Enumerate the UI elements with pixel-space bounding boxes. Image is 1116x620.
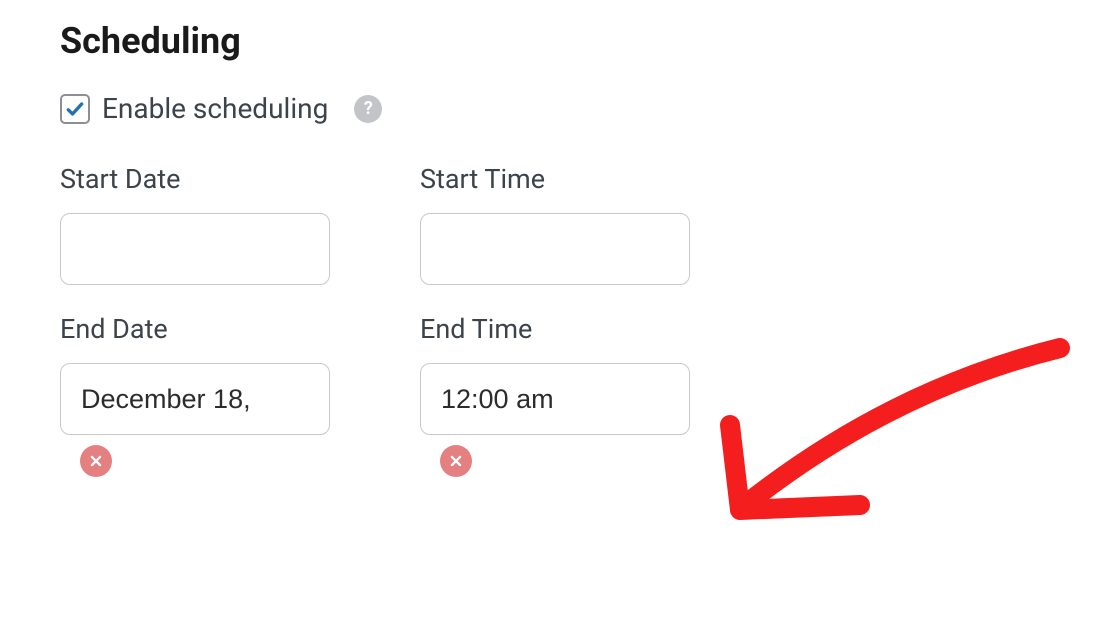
end-date-label: End Date [60, 313, 370, 345]
start-time-input[interactable] [420, 213, 690, 285]
close-icon [449, 454, 463, 468]
start-date-label: Start Date [60, 163, 370, 195]
clear-end-time-button[interactable] [440, 445, 472, 477]
close-icon [89, 454, 103, 468]
check-icon [65, 99, 85, 119]
start-time-label: Start Time [420, 163, 730, 195]
start-date-group: Start Date [60, 163, 370, 285]
scheduling-fields: Start Date Start Time End Date End Time [60, 163, 1056, 477]
clear-end-date-button[interactable] [80, 445, 112, 477]
end-date-input[interactable] [60, 363, 330, 435]
end-time-label: End Time [420, 313, 730, 345]
start-time-group: Start Time [420, 163, 730, 285]
enable-scheduling-row: Enable scheduling ? [60, 92, 1056, 125]
end-date-group: End Date [60, 313, 370, 477]
start-date-input[interactable] [60, 213, 330, 285]
enable-scheduling-checkbox[interactable] [60, 94, 90, 124]
end-time-group: End Time [420, 313, 730, 477]
section-title: Scheduling [60, 20, 1056, 62]
enable-scheduling-label: Enable scheduling [102, 92, 328, 125]
help-icon[interactable]: ? [354, 95, 382, 123]
end-time-input[interactable] [420, 363, 690, 435]
